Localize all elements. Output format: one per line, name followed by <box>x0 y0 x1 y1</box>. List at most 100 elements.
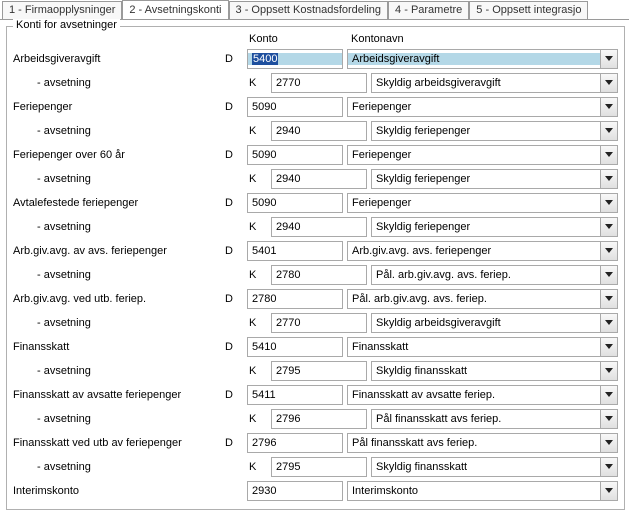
tab-1[interactable]: 1 - Firmaopplysninger <box>2 1 122 20</box>
konto-input[interactable]: 2780 <box>247 289 343 309</box>
debit-credit-indicator: D <box>225 197 247 209</box>
account-row: - avsetningK2770Skyldig arbeidsgiveravgi… <box>13 71 618 95</box>
konto-input[interactable]: 5400 <box>247 49 343 69</box>
account-row: Finansskatt ved utb av feriepengerD2796P… <box>13 431 618 455</box>
column-headers: Konto Kontonavn <box>13 33 618 47</box>
debit-credit-indicator: K <box>249 269 271 281</box>
kontonavn-select[interactable]: Pål. arb.giv.avg. avs. feriep. <box>347 289 618 309</box>
dropdown-button[interactable] <box>600 98 617 116</box>
konto-input[interactable]: 2770 <box>271 73 367 93</box>
kontonavn-select[interactable]: Feriepenger <box>347 193 618 213</box>
konto-input[interactable]: 5401 <box>247 241 343 261</box>
dropdown-button[interactable] <box>600 170 617 188</box>
kontonavn-select[interactable]: Skyldig arbeidsgiveravgift <box>371 73 618 93</box>
debit-credit-indicator: D <box>225 341 247 353</box>
konto-input[interactable]: 5411 <box>247 385 343 405</box>
dropdown-button[interactable] <box>600 194 617 212</box>
konto-input[interactable]: 2940 <box>271 217 367 237</box>
konto-input[interactable]: 2930 <box>247 481 343 501</box>
kontonavn-select[interactable]: Skyldig finansskatt <box>371 361 618 381</box>
dropdown-button[interactable] <box>600 362 617 380</box>
row-label: - avsetning <box>13 461 249 473</box>
dropdown-button[interactable] <box>600 410 617 428</box>
konto-input[interactable]: 2770 <box>271 313 367 333</box>
dropdown-button[interactable] <box>600 290 617 308</box>
debit-credit-indicator: D <box>225 245 247 257</box>
konto-input[interactable]: 2796 <box>247 433 343 453</box>
account-row: Finansskatt av avsatte feriepengerD5411F… <box>13 383 618 407</box>
kontonavn-select[interactable]: Skyldig feriepenger <box>371 169 618 189</box>
dropdown-button[interactable] <box>600 338 617 356</box>
row-label: Feriepenger over 60 år <box>13 149 225 161</box>
tab-5[interactable]: 5 - Oppsett integrasjo <box>469 1 588 20</box>
row-label: - avsetning <box>13 125 249 137</box>
kontonavn-select[interactable]: Pål. arb.giv.avg. avs. feriep. <box>371 265 618 285</box>
debit-credit-indicator: K <box>249 77 271 89</box>
header-konto: Konto <box>247 33 349 45</box>
konto-input[interactable]: 2795 <box>271 361 367 381</box>
row-label: Arb.giv.avg. av avs. feriepenger <box>13 245 225 257</box>
konto-input[interactable]: 2795 <box>271 457 367 477</box>
dropdown-button[interactable] <box>600 218 617 236</box>
group-title: Konti for avsetninger <box>13 19 120 31</box>
account-row: - avsetningK2770Skyldig arbeidsgiveravgi… <box>13 311 618 335</box>
account-row: Arb.giv.avg. ved utb. feriep.D2780Pål. a… <box>13 287 618 311</box>
kontonavn-select[interactable]: Arbeidsgiveravgift <box>347 49 618 69</box>
kontonavn-select[interactable]: Finansskatt av avsatte feriep. <box>347 385 618 405</box>
debit-credit-indicator: K <box>249 221 271 233</box>
dropdown-button[interactable] <box>600 314 617 332</box>
konto-input[interactable]: 2940 <box>271 169 367 189</box>
kontonavn-select[interactable]: Skyldig feriepenger <box>371 121 618 141</box>
account-row: FeriepengerD5090Feriepenger <box>13 95 618 119</box>
dropdown-button[interactable] <box>600 122 617 140</box>
row-label: - avsetning <box>13 269 249 281</box>
kontonavn-select[interactable]: Skyldig finansskatt <box>371 457 618 477</box>
konto-input[interactable]: 2796 <box>271 409 367 429</box>
kontonavn-select[interactable]: Arb.giv.avg. avs. feriepenger <box>347 241 618 261</box>
dropdown-button[interactable] <box>600 50 617 68</box>
debit-credit-indicator: D <box>225 149 247 161</box>
row-label: Feriepenger <box>13 101 225 113</box>
dropdown-button[interactable] <box>600 242 617 260</box>
dropdown-button[interactable] <box>600 266 617 284</box>
dropdown-button[interactable] <box>600 386 617 404</box>
tab-bar: 1 - Firmaopplysninger2 - Avsetningskonti… <box>0 0 629 20</box>
konto-input[interactable]: 5090 <box>247 145 343 165</box>
tab-2[interactable]: 2 - Avsetningskonti <box>122 0 228 19</box>
kontonavn-select[interactable]: Skyldig feriepenger <box>371 217 618 237</box>
kontonavn-select[interactable]: Interimskonto <box>347 481 618 501</box>
tab-3[interactable]: 3 - Oppsett Kostnadsfordeling <box>229 1 389 20</box>
kontonavn-select[interactable]: Pål finansskatt avs feriep. <box>371 409 618 429</box>
konto-input[interactable]: 5410 <box>247 337 343 357</box>
row-label: - avsetning <box>13 317 249 329</box>
debit-credit-indicator: K <box>249 413 271 425</box>
debit-credit-indicator: D <box>225 293 247 305</box>
debit-credit-indicator: K <box>249 461 271 473</box>
row-label: Arb.giv.avg. ved utb. feriep. <box>13 293 225 305</box>
row-label: Arbeidsgiveravgift <box>13 53 225 65</box>
row-label: Interimskonto <box>13 485 225 497</box>
konto-input[interactable]: 2780 <box>271 265 367 285</box>
dropdown-button[interactable] <box>600 458 617 476</box>
dropdown-button[interactable] <box>600 146 617 164</box>
debit-credit-indicator: D <box>225 53 247 65</box>
row-label: Avtalefestede feriepenger <box>13 197 225 209</box>
konto-input[interactable]: 2940 <box>271 121 367 141</box>
debit-credit-indicator: K <box>249 125 271 137</box>
kontonavn-select[interactable]: Skyldig arbeidsgiveravgift <box>371 313 618 333</box>
kontonavn-select[interactable]: Finansskatt <box>347 337 618 357</box>
kontonavn-select[interactable]: Feriepenger <box>347 97 618 117</box>
dropdown-button[interactable] <box>600 74 617 92</box>
konto-input[interactable]: 5090 <box>247 193 343 213</box>
kontonavn-select[interactable]: Pål finansskatt avs feriep. <box>347 433 618 453</box>
konto-input[interactable]: 5090 <box>247 97 343 117</box>
dropdown-button[interactable] <box>600 434 617 452</box>
dropdown-button[interactable] <box>600 482 617 500</box>
provision-accounts-group: Konti for avsetninger Konto Kontonavn Ar… <box>6 26 625 510</box>
kontonavn-select[interactable]: Feriepenger <box>347 145 618 165</box>
account-row: - avsetningK2780Pål. arb.giv.avg. avs. f… <box>13 263 618 287</box>
tab-4[interactable]: 4 - Parametre <box>388 1 469 20</box>
row-label: - avsetning <box>13 173 249 185</box>
account-row: Feriepenger over 60 årD5090Feriepenger <box>13 143 618 167</box>
row-label: Finansskatt av avsatte feriepenger <box>13 389 225 401</box>
